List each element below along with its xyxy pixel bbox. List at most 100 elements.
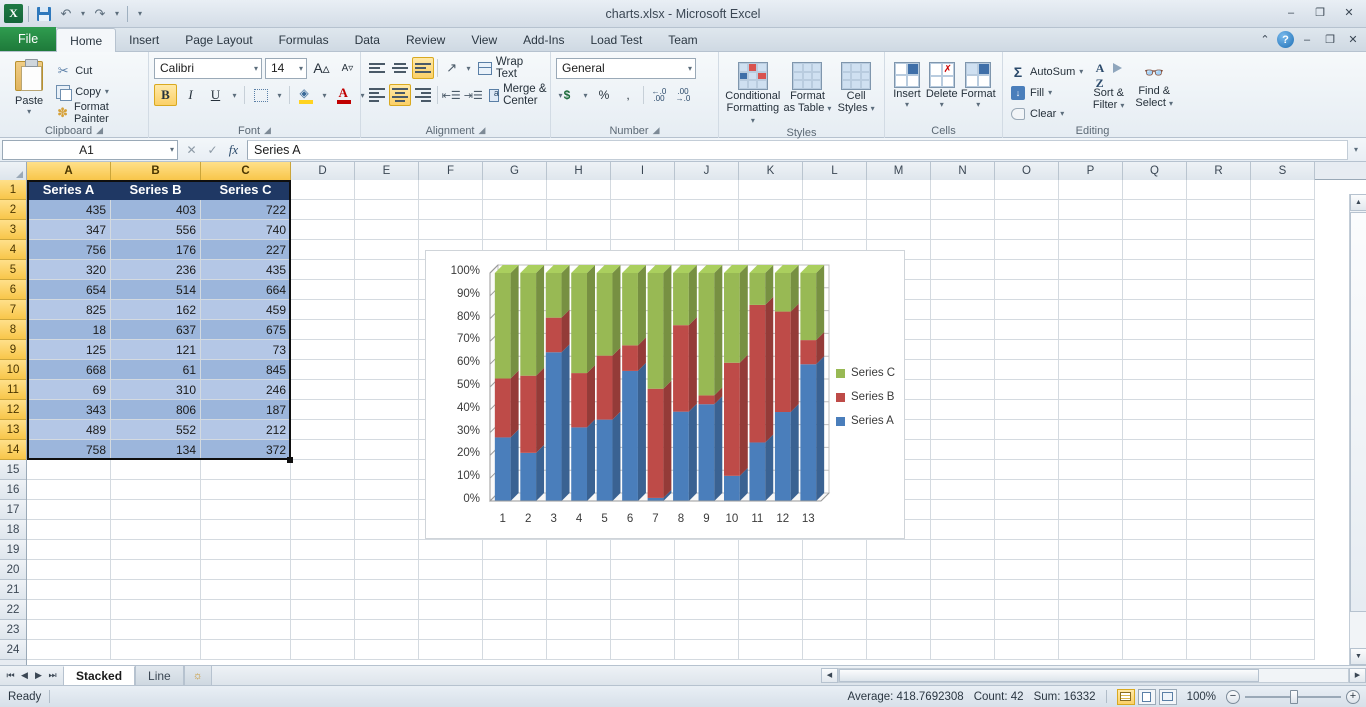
cell-P14[interactable] — [1059, 440, 1123, 460]
cell-Q9[interactable] — [1123, 340, 1187, 360]
cell-L22[interactable] — [803, 600, 867, 620]
cell-E4[interactable] — [355, 240, 419, 260]
cell-G21[interactable] — [483, 580, 547, 600]
cell-O18[interactable] — [995, 520, 1059, 540]
copy-dropdown-icon[interactable]: ▾ — [105, 87, 109, 96]
fill-dropdown-icon[interactable]: ▾ — [1048, 88, 1052, 97]
insert-function-icon[interactable]: fx — [224, 140, 243, 159]
cell-G20[interactable] — [483, 560, 547, 580]
cell-A22[interactable] — [27, 600, 111, 620]
cell-P15[interactable] — [1059, 460, 1123, 480]
cell-R24[interactable] — [1187, 640, 1251, 660]
format-painter-button[interactable]: ✽ Format Painter — [53, 102, 143, 123]
cell-B17[interactable] — [111, 500, 201, 520]
cell-S21[interactable] — [1251, 580, 1315, 600]
cell-G2[interactable] — [483, 200, 547, 220]
cell-E19[interactable] — [355, 540, 419, 560]
cell-A16[interactable] — [27, 480, 111, 500]
cell-P20[interactable] — [1059, 560, 1123, 580]
cell-R16[interactable] — [1187, 480, 1251, 500]
cell-Q10[interactable] — [1123, 360, 1187, 380]
font-size-combo[interactable]: 14 ▾ — [265, 58, 307, 79]
column-header-C[interactable]: C — [201, 162, 291, 180]
cell-O3[interactable] — [995, 220, 1059, 240]
cell-P9[interactable] — [1059, 340, 1123, 360]
cell-O1[interactable] — [995, 180, 1059, 200]
workbook-minimize-button[interactable]: – — [1297, 30, 1317, 49]
cell-D1[interactable] — [291, 180, 355, 200]
cell-P12[interactable] — [1059, 400, 1123, 420]
cell-A6[interactable]: 654 — [27, 280, 111, 300]
cell-Q18[interactable] — [1123, 520, 1187, 540]
cell-I21[interactable] — [611, 580, 675, 600]
cell-S20[interactable] — [1251, 560, 1315, 580]
cell-P5[interactable] — [1059, 260, 1123, 280]
undo-dropdown-icon[interactable]: ▾ — [78, 4, 88, 24]
cell-M20[interactable] — [867, 560, 931, 580]
cell-H1[interactable] — [547, 180, 611, 200]
currency-dropdown-icon[interactable]: ▾ — [580, 84, 591, 106]
expand-formula-bar-icon[interactable]: ▾ — [1348, 140, 1364, 160]
cell-O4[interactable] — [995, 240, 1059, 260]
row-header-3[interactable]: 3 — [0, 220, 26, 240]
column-header-H[interactable]: H — [547, 162, 611, 180]
select-all-corner[interactable] — [0, 162, 27, 180]
cell-L2[interactable] — [803, 200, 867, 220]
scroll-down-icon[interactable]: ▼ — [1350, 648, 1366, 665]
cell-Q21[interactable] — [1123, 580, 1187, 600]
cell-A1[interactable]: Series A — [27, 180, 111, 200]
cell-D22[interactable] — [291, 600, 355, 620]
cell-S22[interactable] — [1251, 600, 1315, 620]
cell-M19[interactable] — [867, 540, 931, 560]
cell-D21[interactable] — [291, 580, 355, 600]
column-header-G[interactable]: G — [483, 162, 547, 180]
cell-E17[interactable] — [355, 500, 419, 520]
cell-B18[interactable] — [111, 520, 201, 540]
cell-B16[interactable] — [111, 480, 201, 500]
paste-dropdown-icon[interactable]: ▾ — [27, 107, 31, 116]
orientation-icon[interactable]: ↗ — [441, 57, 463, 79]
cell-N23[interactable] — [931, 620, 995, 640]
cell-E12[interactable] — [355, 400, 419, 420]
name-box[interactable]: A1 ▾ — [2, 140, 178, 160]
decrease-indent-icon[interactable]: ⇤☰ — [441, 84, 462, 106]
column-header-B[interactable]: B — [111, 162, 201, 180]
row-header-22[interactable]: 22 — [0, 600, 26, 620]
cell-H19[interactable] — [547, 540, 611, 560]
cell-O13[interactable] — [995, 420, 1059, 440]
redo-dropdown-icon[interactable]: ▾ — [112, 4, 122, 24]
cell-L23[interactable] — [803, 620, 867, 640]
cell-A24[interactable] — [27, 640, 111, 660]
cell-R1[interactable] — [1187, 180, 1251, 200]
zoom-level[interactable]: 100% — [1187, 691, 1216, 703]
cell-B13[interactable]: 552 — [111, 420, 201, 440]
cell-N2[interactable] — [931, 200, 995, 220]
cell-E7[interactable] — [355, 300, 419, 320]
cell-P2[interactable] — [1059, 200, 1123, 220]
row-header-20[interactable]: 20 — [0, 560, 26, 580]
cell-Q17[interactable] — [1123, 500, 1187, 520]
clear-button[interactable]: Clear ▾ — [1008, 103, 1086, 124]
cell-P24[interactable] — [1059, 640, 1123, 660]
cell-M2[interactable] — [867, 200, 931, 220]
align-center-button[interactable] — [389, 84, 411, 106]
cell-N19[interactable] — [931, 540, 995, 560]
cell-C23[interactable] — [201, 620, 291, 640]
cell-B22[interactable] — [111, 600, 201, 620]
row-header-9[interactable]: 9 — [0, 340, 26, 360]
cell-D5[interactable] — [291, 260, 355, 280]
cell-L21[interactable] — [803, 580, 867, 600]
row-header-5[interactable]: 5 — [0, 260, 26, 280]
cell-B2[interactable]: 403 — [111, 200, 201, 220]
cell-D2[interactable] — [291, 200, 355, 220]
decrease-font-size-icon[interactable]: A▿ — [336, 57, 359, 79]
cell-O9[interactable] — [995, 340, 1059, 360]
cell-O5[interactable] — [995, 260, 1059, 280]
increase-font-size-icon[interactable]: A▵ — [310, 57, 333, 79]
cell-S18[interactable] — [1251, 520, 1315, 540]
cell-N15[interactable] — [931, 460, 995, 480]
cell-B14[interactable]: 134 — [111, 440, 201, 460]
cell-S17[interactable] — [1251, 500, 1315, 520]
sheet-tab-stacked[interactable]: Stacked — [63, 666, 135, 685]
tab-data[interactable]: Data — [342, 28, 393, 51]
